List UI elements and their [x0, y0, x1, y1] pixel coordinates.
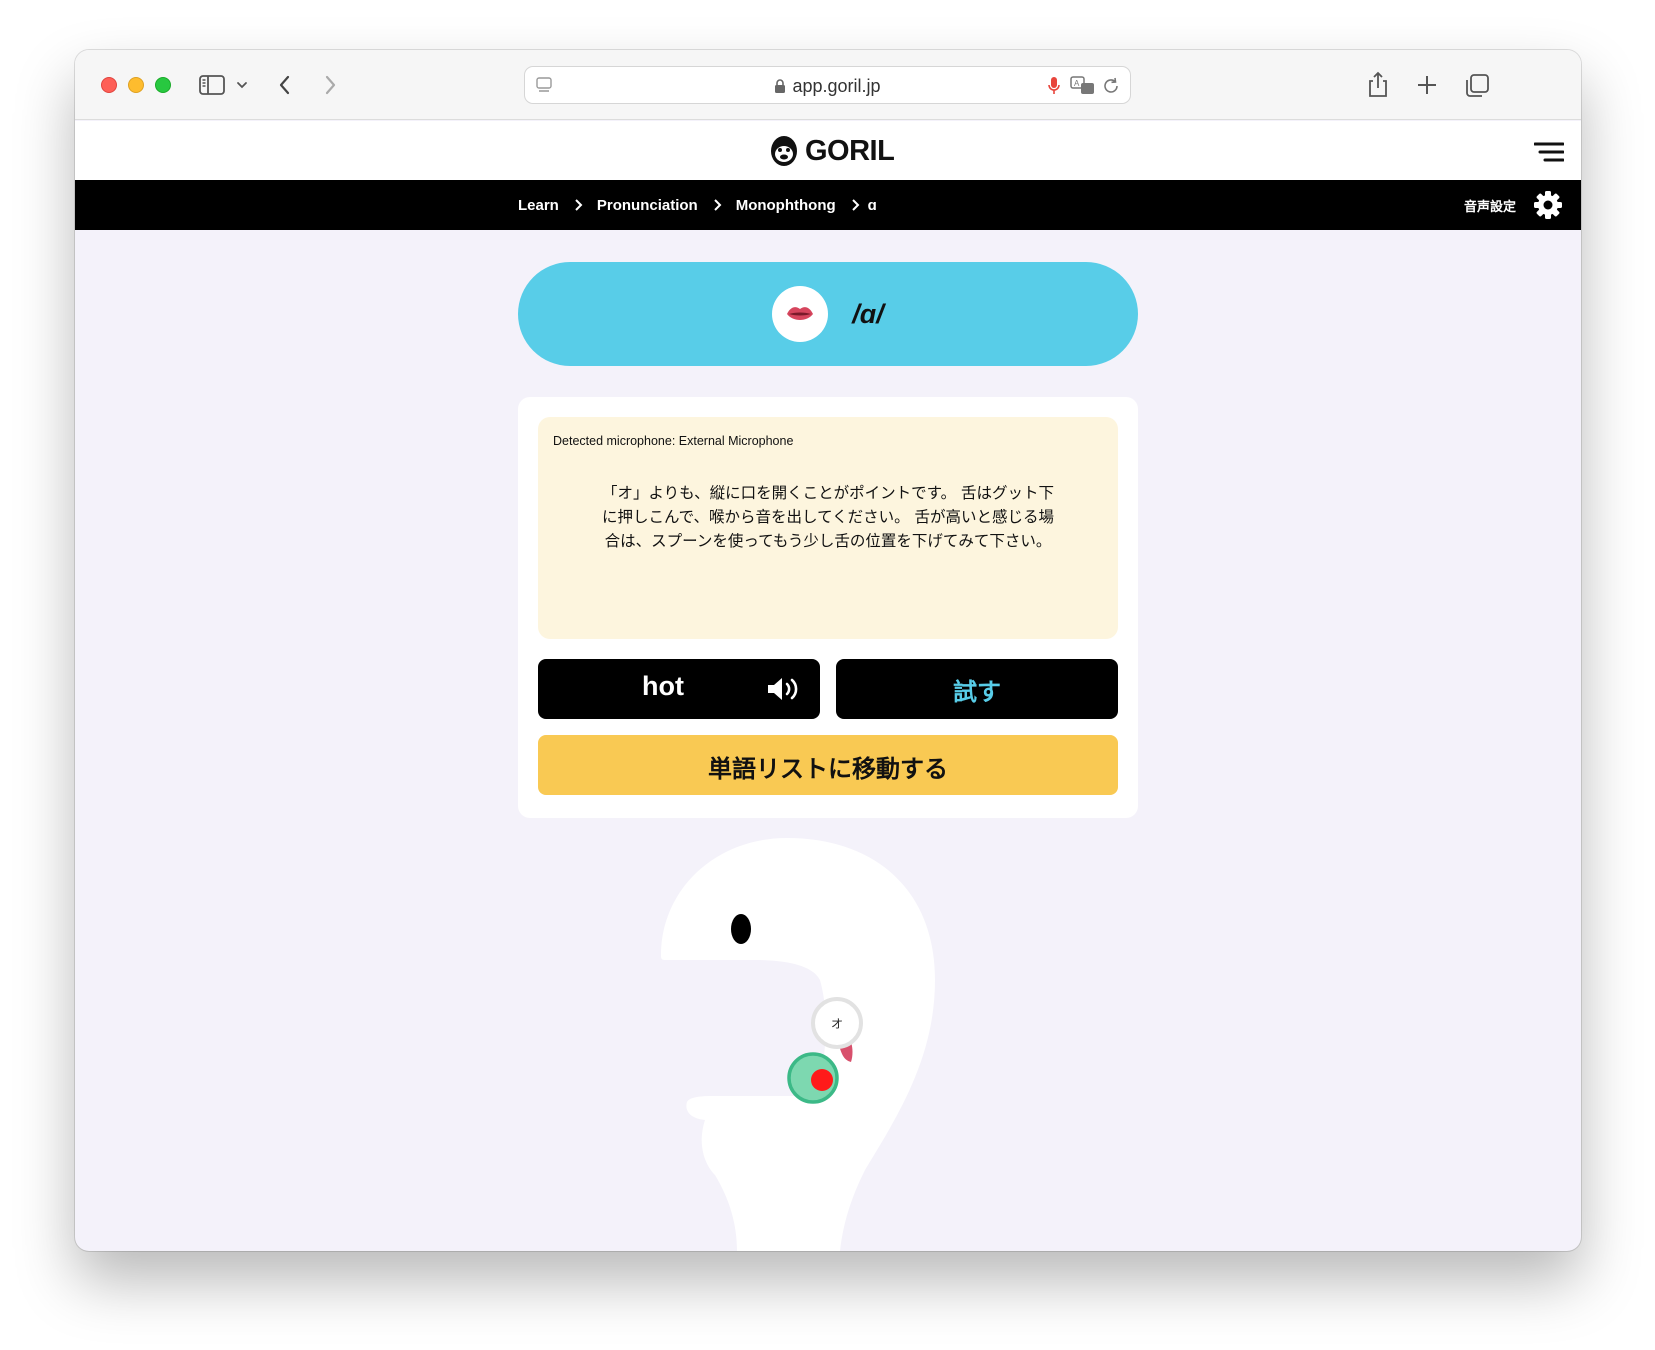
gear-icon[interactable]: [1533, 190, 1563, 220]
address-bar[interactable]: app.goril.jp A: [524, 66, 1131, 104]
speaker-icon: [768, 678, 798, 700]
goril-logo[interactable]: GORIL: [769, 133, 895, 169]
word-list-label: 単語リストに移動する: [708, 756, 948, 783]
word-label: hot: [642, 671, 684, 701]
chevron-right-icon: [575, 199, 583, 211]
eye: [731, 914, 751, 944]
breadcrumb-learn[interactable]: Learn: [518, 197, 559, 214]
practice-card: Detected microphone: External Microphone…: [518, 397, 1138, 818]
breadcrumb-monophthong[interactable]: Monophthong: [736, 197, 836, 214]
back-arrow-icon[interactable]: [275, 70, 295, 100]
forward-arrow-icon[interactable]: [320, 70, 340, 100]
breadcrumb-pronunciation[interactable]: Pronunciation: [597, 197, 698, 214]
phoneme-header: /ɑ/: [518, 262, 1138, 366]
lips-badge: [772, 286, 829, 342]
translate-icon[interactable]: A: [1070, 75, 1096, 97]
logo-text: GORIL: [805, 134, 895, 167]
url-display: app.goril.jp: [525, 76, 1130, 97]
head-silhouette: [661, 838, 935, 1251]
phoneme-symbol: /ɑ/: [852, 298, 884, 329]
breadcrumb-bar: Learn Pronunciation Monophthong ɑ 音声設定: [75, 180, 1581, 230]
try-label: 試す: [953, 679, 1001, 706]
play-word-button[interactable]: hot: [538, 659, 820, 719]
chevron-right-icon: [713, 199, 722, 211]
browser-window: app.goril.jp A GORIL Learn Pronunciation…: [75, 50, 1581, 1251]
tongue-position-diagram: オ: [661, 838, 935, 1251]
reference-vowel-label: オ: [831, 1017, 843, 1031]
screenshot-stage: app.goril.jp A GORIL Learn Pronunciation…: [0, 0, 1655, 1350]
close-window-button[interactable]: [101, 77, 117, 93]
lips-icon: [787, 307, 814, 320]
minimize-window-button[interactable]: [128, 77, 144, 93]
current-tongue-dot: [811, 1069, 833, 1091]
microphone-status: Detected microphone: External Microphone: [553, 434, 794, 448]
browser-toolbar: app.goril.jp A: [75, 50, 1581, 120]
url-text: app.goril.jp: [792, 76, 881, 96]
chevron-right-icon: [851, 199, 860, 211]
tip-box: Detected microphone: External Microphone…: [538, 417, 1118, 639]
new-tab-icon[interactable]: [1415, 70, 1439, 100]
word-list-button[interactable]: 単語リストに移動する: [538, 735, 1118, 795]
voice-settings-label[interactable]: 音声設定: [1464, 196, 1516, 215]
sidebar-toggle-icon[interactable]: [197, 70, 227, 100]
chevron-down-icon[interactable]: [235, 70, 249, 100]
breadcrumb: Learn Pronunciation Monophthong ɑ: [518, 180, 877, 230]
svg-text:A: A: [1074, 79, 1080, 88]
microphone-icon[interactable]: [1047, 75, 1061, 97]
tab-overview-icon[interactable]: [1463, 70, 1491, 100]
site-header: GORIL: [75, 121, 1581, 180]
pronunciation-tip: 「オ」よりも、縦に口を開くことがポイントです。 舌はグット下に押しこんで、喉から…: [601, 484, 1055, 550]
hamburger-menu-icon[interactable]: [1534, 141, 1564, 163]
try-button[interactable]: 試す: [836, 659, 1118, 719]
gorilla-logo-icon: [771, 136, 797, 166]
zoom-window-button[interactable]: [155, 77, 171, 93]
breadcrumb-current: ɑ: [867, 196, 877, 214]
lock-icon: [775, 79, 786, 93]
reload-icon[interactable]: [1103, 76, 1121, 96]
share-icon[interactable]: [1365, 70, 1391, 100]
